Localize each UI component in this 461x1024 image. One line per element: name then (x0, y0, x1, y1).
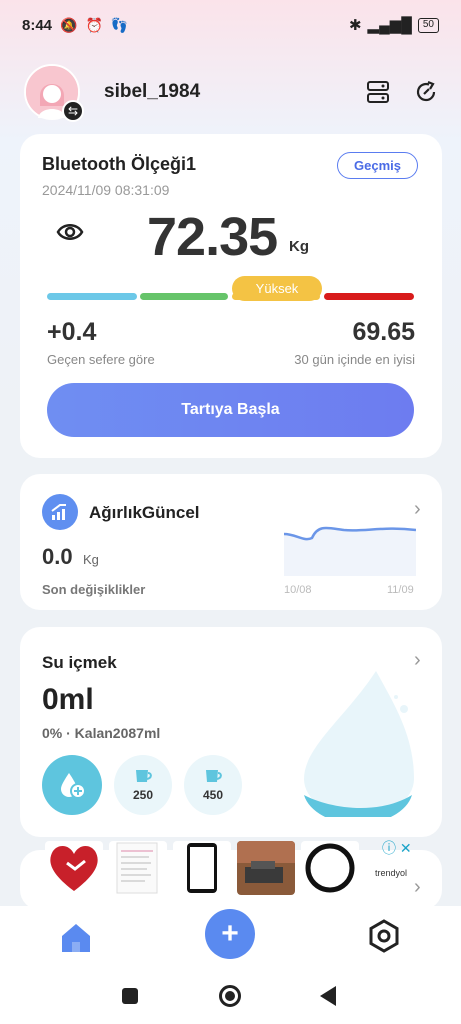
avatar[interactable]: ⇆ (24, 64, 84, 122)
bottom-nav: + (0, 906, 461, 976)
ad-brand: trendyol (375, 868, 408, 878)
weight-trend-card[interactable]: AğırlıkGüncel › 0.0 Kg Son değişiklikler… (20, 474, 442, 610)
water-card[interactable]: Su içmek › 0ml 0% · Kalan2087ml 250 450 (20, 627, 442, 837)
trend-sparkline (284, 526, 416, 576)
recent-apps-icon[interactable] (122, 988, 138, 1004)
water-drop-illustration (304, 671, 414, 817)
scale-name: Bluetooth Ölçeği1 (42, 154, 197, 174)
scale-card: Bluetooth Ölçeği1 2024/11/09 08:31:09 Ge… (20, 134, 442, 458)
add-water-button[interactable] (42, 755, 102, 815)
battery-icon: 50 (417, 17, 439, 33)
refresh-icon[interactable] (413, 79, 439, 105)
cup-450-button[interactable]: 450 (184, 755, 242, 815)
cup-250-label: 250 (132, 788, 154, 802)
weight-change-unit: Kg (83, 552, 99, 567)
water-remaining: 0% · Kalan2087ml (42, 725, 161, 741)
steps-icon: 👣 (110, 16, 129, 33)
status-bar: 8:44 🔕 ⏰ 👣 ✱ ▂▄▆█ 50 (0, 0, 461, 50)
status-notification-icons: 🔕 ⏰ 👣 (60, 17, 128, 34)
back-icon[interactable] (320, 986, 336, 1006)
ad-thumb-room[interactable] (237, 841, 295, 895)
system-nav (0, 976, 461, 1024)
weight-trend-title: AğırlıkGüncel (89, 503, 200, 522)
status-time: 8:44 (22, 16, 53, 34)
swap-icon[interactable]: ⇆ (62, 100, 84, 122)
ad-thumb-ring[interactable] (301, 841, 359, 895)
settings-icon[interactable] (366, 918, 402, 959)
eye-icon[interactable] (56, 222, 84, 247)
diff-label: Geçen sefere göre (47, 352, 155, 367)
bluetooth-icon: ✱ (348, 17, 362, 34)
signal-icon: ▂▄▆█ (367, 17, 412, 34)
water-value: 0ml (42, 683, 94, 716)
system-home-icon[interactable] (219, 985, 241, 1007)
cup-250-button[interactable]: 250 (114, 755, 172, 815)
cup-450-label: 450 (202, 788, 224, 802)
range-bar-normal (140, 293, 228, 300)
range-bar-low (47, 293, 137, 300)
username: sibel_1984 (104, 81, 201, 102)
trend-x-start: 10/08 (284, 584, 312, 596)
level-badge: Yüksek (232, 276, 322, 301)
trend-icon (42, 494, 78, 530)
mute-icon: 🔕 (60, 16, 78, 33)
start-weighing-button[interactable]: Tartıya Başla (47, 383, 414, 437)
history-button[interactable]: Geçmiş (337, 152, 418, 179)
best-value: 69.65 (352, 318, 415, 346)
range-bar-very-high (324, 293, 414, 300)
weight-value: 72.35 (147, 207, 278, 267)
plus-icon[interactable]: + (205, 909, 255, 959)
alarm-icon: ⏰ (85, 16, 103, 33)
cup-icon (136, 770, 152, 782)
ad-close-icon[interactable]: ⓘ ✕ (382, 838, 412, 858)
diff-value: +0.4 (47, 318, 97, 346)
device-list-icon[interactable] (365, 79, 391, 105)
ad-thumb-document[interactable] (109, 841, 167, 895)
chevron-right-icon[interactable]: › (414, 876, 421, 899)
ad-thumb-heart[interactable] (45, 841, 103, 895)
weight-change-value: 0.0 (42, 544, 73, 569)
home-icon[interactable] (58, 920, 94, 961)
ad-thumb-tablet[interactable] (173, 841, 231, 895)
weight-change-label: Son değişiklikler (42, 582, 146, 597)
water-title: Su içmek (42, 653, 117, 672)
cup-icon (206, 770, 222, 782)
scale-date: 2024/11/09 08:31:09 (42, 182, 170, 198)
weight-unit: Kg (289, 238, 309, 255)
water-drop-icon (61, 773, 86, 799)
best-label: 30 gün içinde en iyisi (294, 352, 415, 367)
trend-x-end: 11/09 (387, 584, 414, 596)
profile-header: ⇆ sibel_1984 (24, 62, 439, 122)
ad-banner[interactable]: trendyol (45, 838, 415, 898)
chevron-right-icon[interactable]: › (414, 498, 421, 521)
